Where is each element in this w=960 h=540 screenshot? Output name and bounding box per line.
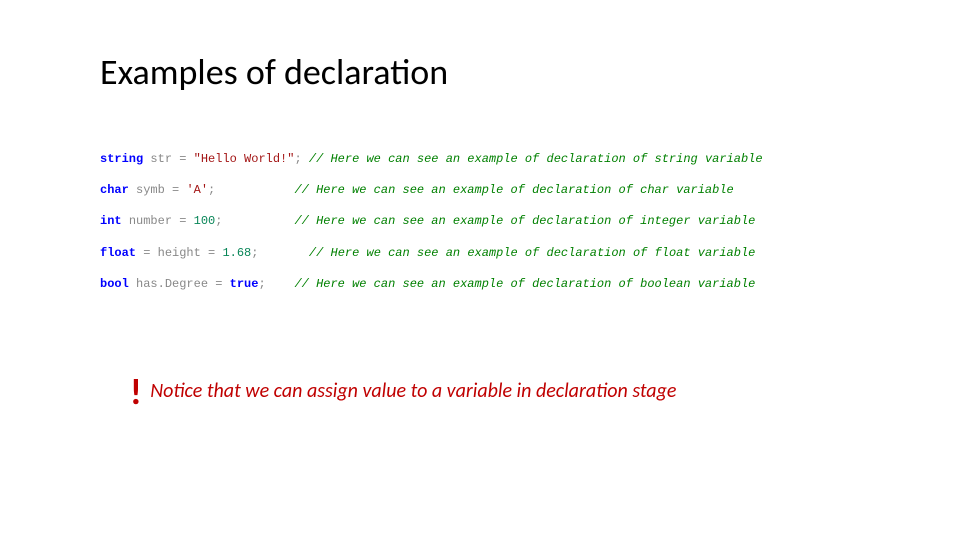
boolean-literal: true	[230, 277, 259, 291]
code-line-4: float = height = 1.68; // Here we can se…	[100, 246, 755, 260]
code-line-3: int number = 100; // Here we can see an …	[100, 214, 755, 228]
code-line-5: bool has.Degree = true; // Here we can s…	[100, 277, 755, 291]
comment: // Here we can see an example of declara…	[294, 214, 755, 228]
comment: // Here we can see an example of declara…	[309, 152, 763, 166]
comment: // Here we can see an example of declara…	[294, 183, 733, 197]
string-literal: "Hello World!"	[194, 152, 295, 166]
keyword: bool	[100, 277, 129, 291]
code-line-2: char symb = 'A'; // Here we can see an e…	[100, 183, 734, 197]
notice-body: Notice that we can assign value to a var…	[146, 379, 677, 403]
comment: // Here we can see an example of declara…	[294, 277, 755, 291]
keyword: float	[100, 246, 136, 260]
comment: // Here we can see an example of declara…	[309, 246, 755, 260]
keyword: string	[100, 152, 143, 166]
identifier: symb	[136, 183, 165, 197]
keyword: int	[100, 214, 122, 228]
char-literal: 'A'	[186, 183, 208, 197]
code-line-1: string str = "Hello World!"; // Here we …	[100, 152, 763, 166]
identifier: has.Degree	[136, 277, 208, 291]
identifier: str	[150, 152, 172, 166]
number-literal: 100	[194, 214, 216, 228]
code-example-block: string str = "Hello World!"; // Here we …	[100, 144, 860, 300]
notice-text: ! Notice that we can assign value to a v…	[130, 370, 860, 414]
exclamation-icon: !	[130, 370, 142, 414]
slide-title: Examples of declaration	[100, 50, 860, 94]
identifier: height	[158, 246, 201, 260]
identifier: number	[129, 214, 172, 228]
number-literal: 1.68	[222, 246, 251, 260]
keyword: char	[100, 183, 129, 197]
